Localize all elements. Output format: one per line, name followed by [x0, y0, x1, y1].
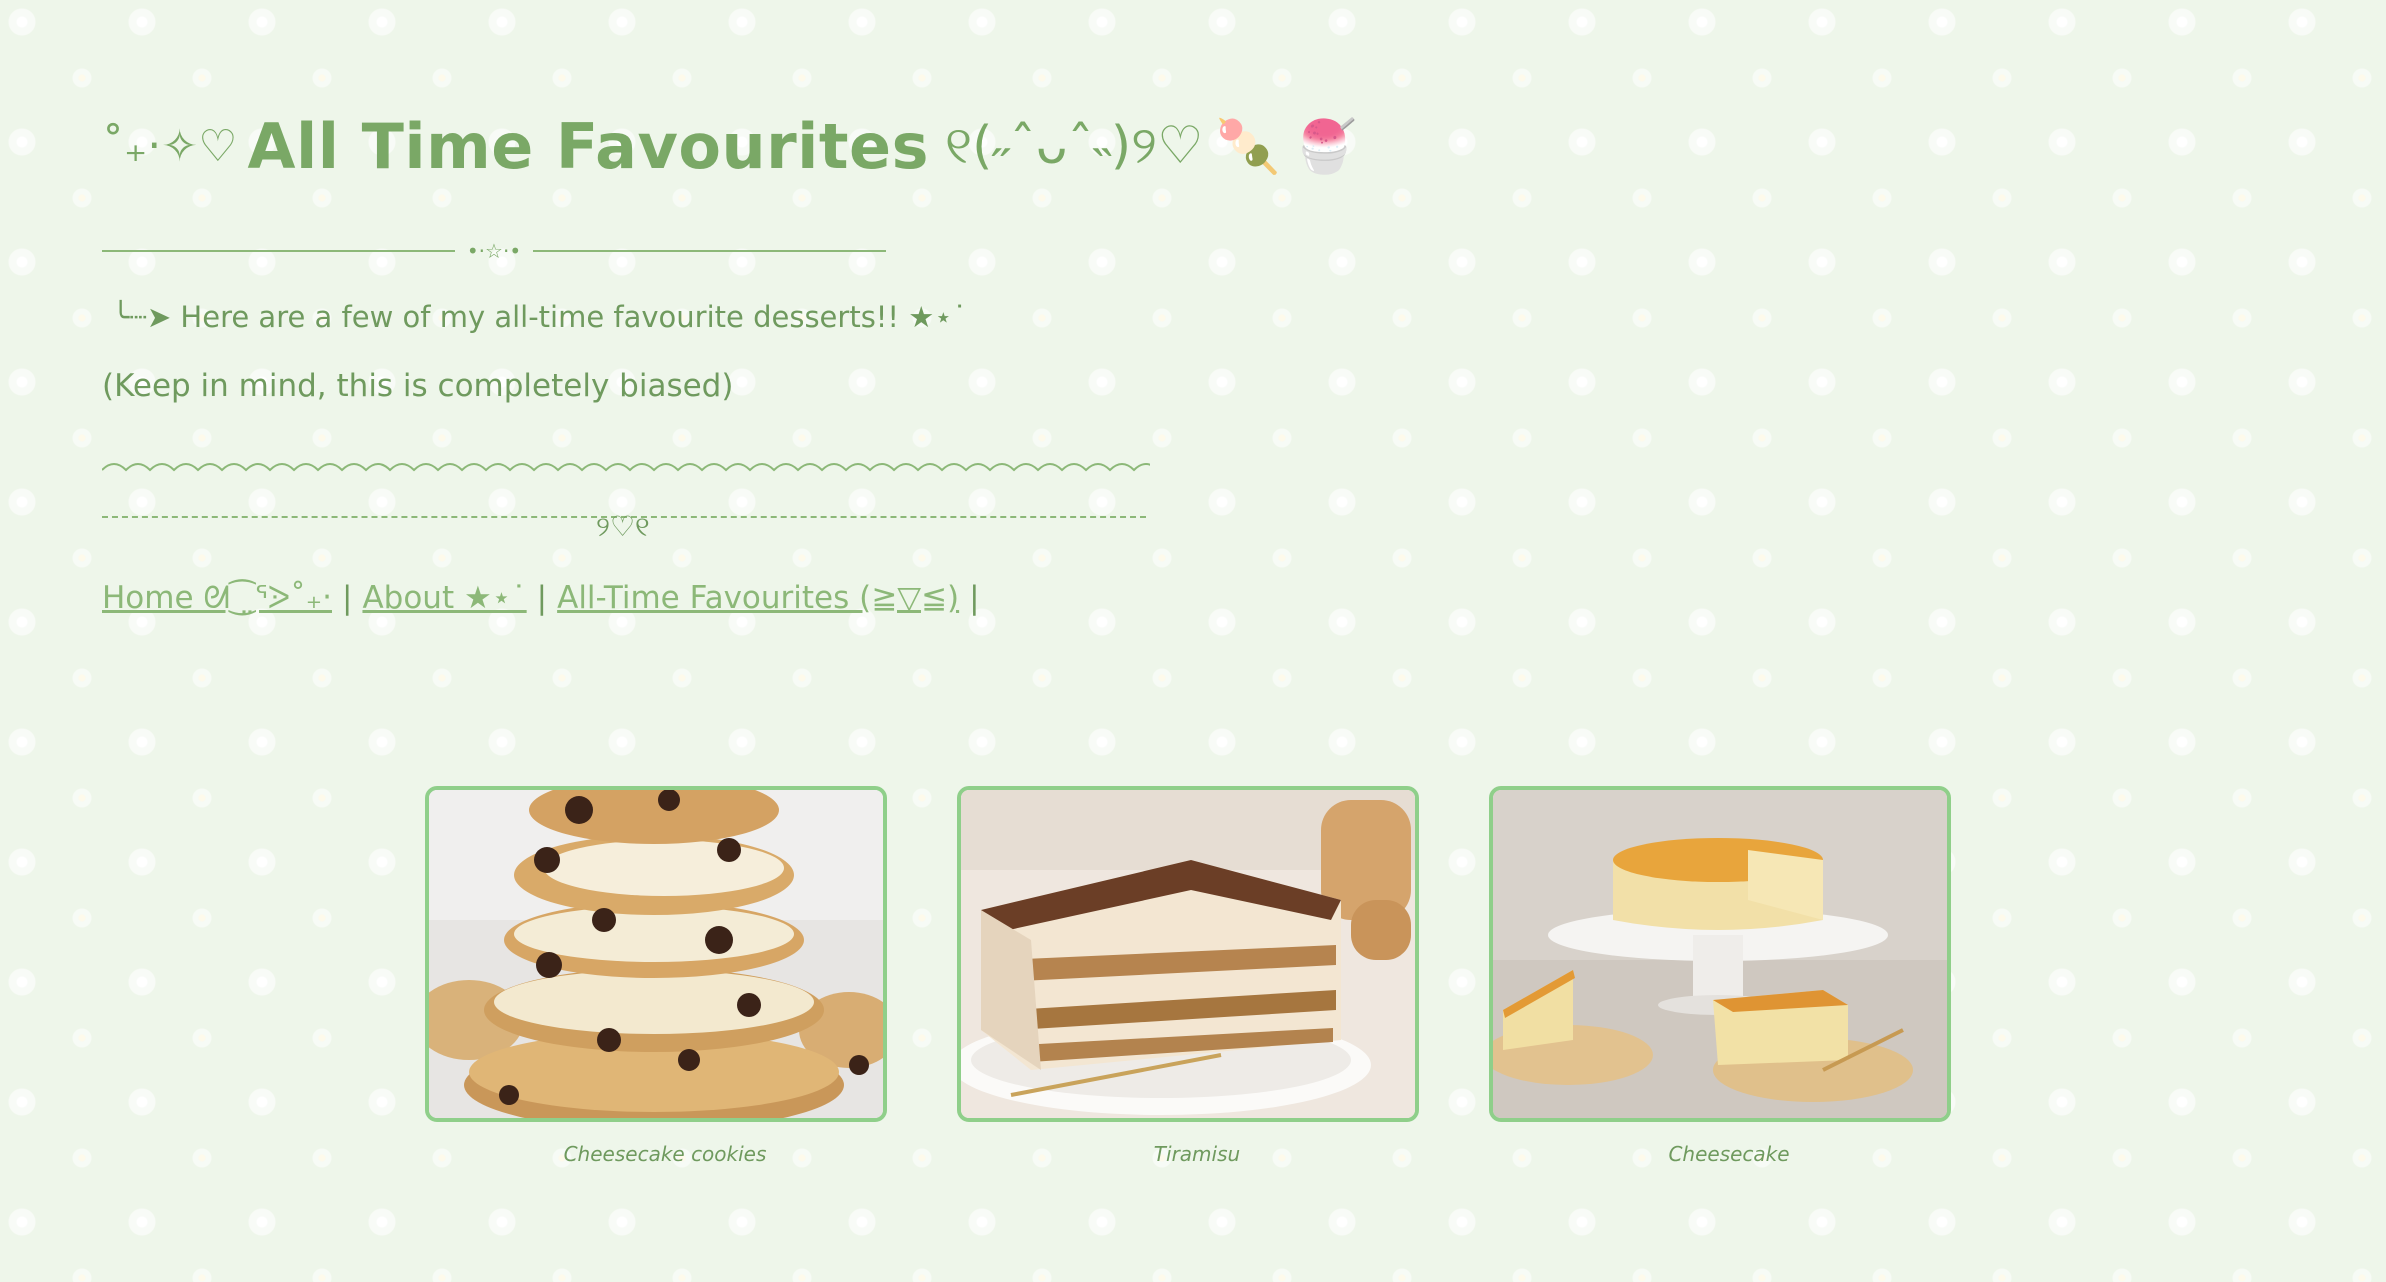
gallery-card-cheesecake: Cheesecake [1489, 786, 1951, 1166]
nav-link-favourites[interactable]: All-Time Favourites (≧▽≦) [557, 580, 959, 616]
nav-bar: Home ᘛ⁐̤ᕐᐷ˚₊‧ | About ★⋆˙ | All-Time Favouri… [102, 580, 990, 617]
nav-separator: | [969, 580, 980, 616]
shaved-ice-icon: 🍧 [1292, 117, 1358, 177]
star-divider: •·☆·• [102, 234, 886, 268]
wave-divider [102, 450, 1150, 480]
heart-divider: ୨♡୧ [102, 508, 1146, 548]
gallery-caption: Cheesecake cookies [563, 1142, 767, 1166]
page-title: All Time Favourites [247, 110, 930, 183]
divider-line-right [533, 250, 886, 252]
dessert-gallery: Cheesecake cookies Tiramisu Cheesecake [425, 786, 1951, 1166]
cheesecake-image[interactable] [1489, 786, 1951, 1122]
dango-icon: 🍡 [1215, 117, 1281, 177]
nav-separator: | [536, 580, 548, 616]
gallery-caption: Cheesecake [1668, 1142, 1790, 1166]
page-title-row: ˚₊‧✧♡ All Time Favourites ୧(˶ˆᴗˆ˵)୨♡ 🍡 🍧 [102, 110, 1357, 183]
nav-link-home[interactable]: Home ᘛ⁐̤ᕐᐷ˚₊‧ [102, 580, 332, 616]
gallery-card-tiramisu: Tiramisu [957, 786, 1419, 1166]
wave-divider-svg [102, 463, 1150, 472]
divider-stars-center: •·☆·• [466, 239, 522, 263]
cheesecake-cookies-image[interactable] [425, 786, 887, 1122]
title-decoration-left: ˚₊‧✧♡ [102, 121, 238, 172]
gallery-card-cheesecake-cookies: Cheesecake cookies [425, 786, 887, 1166]
heart-icon: ୨♡୧ [596, 510, 650, 543]
tiramisu-image[interactable] [957, 786, 1419, 1122]
gallery-caption: Tiramisu [1153, 1142, 1241, 1166]
intro-text: ╰┈➤ Here are a few of my all-time favour… [112, 300, 967, 334]
bias-note: (Keep in mind, this is completely biased… [102, 368, 734, 404]
divider-line-left [102, 250, 455, 252]
title-kaomoji: ୧(˶ˆᴗˆ˵)୨♡ [945, 116, 1204, 176]
nav-separator: | [342, 580, 353, 616]
page: ˚₊‧✧♡ All Time Favourites ୧(˶ˆᴗˆ˵)୨♡ 🍡 🍧… [0, 0, 2386, 1282]
nav-link-about[interactable]: About ★⋆˙ [362, 580, 526, 616]
